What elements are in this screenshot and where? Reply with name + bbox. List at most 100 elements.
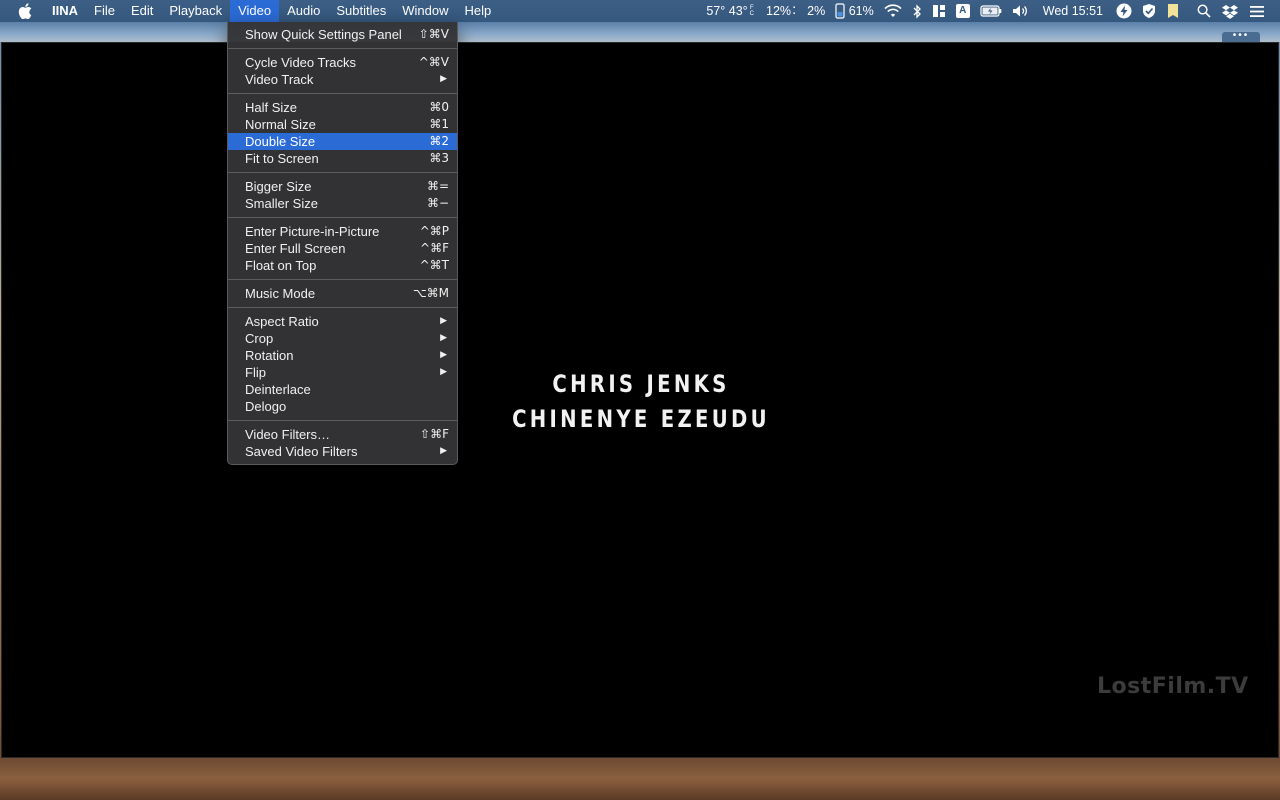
menu-item-cycle-video-tracks[interactable]: Cycle Video Tracks ^⌘V (228, 54, 457, 71)
menu-item-label: Flip (245, 365, 266, 380)
menu-item-label: Video Filters… (245, 427, 331, 442)
menu-item-shortcut: ⇧⌘F (420, 427, 449, 441)
battery-small-value: 61% (848, 4, 874, 18)
menu-item-smaller-size[interactable]: Smaller Size ⌘− (228, 195, 457, 212)
menu-item-label: Delogo (245, 399, 287, 414)
menu-item-float-on-top[interactable]: Float on Top ^⌘T (228, 257, 457, 274)
battery-small-status[interactable]: 61% (830, 0, 879, 22)
input-source-icon[interactable]: A (951, 0, 975, 22)
menu-item-label: Music Mode (245, 286, 316, 301)
menu-video[interactable]: Video (230, 0, 280, 22)
menu-separator (228, 48, 457, 49)
menu-item-deinterlace[interactable]: Deinterlace (228, 381, 457, 398)
menu-item-label: Normal Size (245, 117, 316, 132)
menu-item-crop[interactable]: Crop ▶ (228, 330, 457, 347)
temp-units: FC (749, 5, 754, 17)
menu-item-half-size[interactable]: Half Size ⌘0 (228, 99, 457, 116)
apple-icon[interactable] (18, 3, 32, 19)
battery-icon (835, 3, 845, 19)
menu-app-name[interactable]: IINA (42, 0, 86, 22)
menu-item-shortcut: ^⌘P (419, 224, 449, 238)
cpu-icon: ▪ ▪ (793, 5, 796, 17)
menu-help[interactable]: Help (457, 0, 500, 22)
clock[interactable]: Wed 15:51 (1035, 0, 1111, 22)
menu-bar-left: IINA File Edit Playback Video Audio Subt… (0, 0, 499, 22)
submenu-arrow-icon: ▶ (440, 74, 447, 84)
wifi-icon[interactable] (879, 0, 907, 22)
badge-icon[interactable] (1161, 0, 1185, 22)
search-icon[interactable] (1185, 0, 1216, 22)
menu-item-music-mode[interactable]: Music Mode ⌥⌘M (228, 285, 457, 302)
menu-item-aspect-ratio[interactable]: Aspect Ratio ▶ (228, 313, 457, 330)
menu-item-fit-to-screen[interactable]: Fit to Screen ⌘3 (228, 150, 457, 167)
watermark: LostFilm.TV (1097, 674, 1249, 699)
status-menus: 57° 43° FC 12% ▪ ▪ 2% 61% A Wed 15:51 (701, 0, 1280, 22)
menu-item-shortcut: ⇧⌘V (418, 27, 449, 41)
menu-item-saved-video-filters[interactable]: Saved Video Filters ▶ (228, 443, 457, 460)
submenu-arrow-icon: ▶ (440, 367, 447, 377)
menu-separator (228, 217, 457, 218)
menu-item-show-quick-settings-panel[interactable]: Show Quick Settings Panel ⇧⌘V (228, 26, 457, 43)
menu-item-double-size[interactable]: Double Size ⌘2 (228, 133, 457, 150)
window-tiling-icon[interactable] (927, 0, 951, 22)
menu-item-label: Cycle Video Tracks (245, 55, 357, 70)
menu-item-label: Rotation (245, 348, 294, 363)
dropbox-icon[interactable] (1216, 0, 1244, 22)
menu-edit[interactable]: Edit (123, 0, 161, 22)
cpu-status[interactable]: 12% ▪ ▪ (761, 0, 802, 22)
menu-item-label: Video Track (245, 72, 314, 87)
volume-icon[interactable] (1007, 0, 1035, 22)
cpu-value: 12% (766, 4, 792, 18)
menu-item-label: Smaller Size (245, 196, 318, 211)
menu-item-shortcut: ⌘= (426, 179, 449, 193)
menu-item-label: Half Size (245, 100, 298, 115)
menu-item-video-filters[interactable]: Video Filters… ⇧⌘F (228, 426, 457, 443)
menu-item-shortcut: ⌘0 (429, 100, 449, 114)
submenu-arrow-icon: ▶ (440, 333, 447, 343)
menu-item-label: Double Size (245, 134, 316, 149)
menu-subtitles[interactable]: Subtitles (328, 0, 394, 22)
menu-item-shortcut: ⌘2 (429, 134, 449, 148)
menu-item-shortcut: ^⌘F (420, 241, 449, 255)
weather-status[interactable]: 57° 43° FC (701, 0, 761, 22)
menu-file[interactable]: File (86, 0, 123, 22)
video-menu: Show Quick Settings Panel ⇧⌘V Cycle Video … (227, 22, 458, 465)
battery-charging-icon[interactable] (975, 0, 1007, 22)
menu-item-label: Saved Video Filters (245, 444, 358, 459)
menu-item-delogo[interactable]: Delogo (228, 398, 457, 415)
disk-status[interactable]: 2% (802, 0, 830, 22)
menu-item-enter-picture-in-picture[interactable]: Enter Picture-in-Picture ^⌘P (228, 223, 457, 240)
menu-audio[interactable]: Audio (279, 0, 328, 22)
submenu-arrow-icon: ▶ (440, 316, 447, 326)
menu-item-shortcut: ⌥⌘M (412, 286, 449, 300)
menu-item-video-track[interactable]: Video Track ▶ (228, 71, 457, 88)
menu-item-enter-full-screen[interactable]: Enter Full Screen ^⌘F (228, 240, 457, 257)
menu-window[interactable]: Window (394, 0, 456, 22)
menu-item-normal-size[interactable]: Normal Size ⌘1 (228, 116, 457, 133)
menu-item-shortcut: ⌘− (426, 196, 449, 210)
menu-item-shortcut: ⌘3 (429, 151, 449, 165)
lightning-icon[interactable] (1111, 0, 1137, 22)
menu-item-label: Show Quick Settings Panel (245, 27, 402, 42)
menu-item-label: Enter Full Screen (245, 241, 346, 256)
shield-icon[interactable] (1137, 0, 1161, 22)
desktop-background (0, 758, 1280, 800)
list-icon[interactable] (1244, 0, 1270, 22)
menu-item-flip[interactable]: Flip ▶ (228, 364, 457, 381)
window-title-strip (0, 22, 1280, 42)
menu-item-label: Fit to Screen (245, 151, 319, 166)
menu-item-label: Bigger Size (245, 179, 312, 194)
submenu-arrow-icon: ▶ (440, 446, 447, 456)
menu-item-label: Crop (245, 331, 274, 346)
submenu-arrow-icon: ▶ (440, 350, 447, 360)
menu-playback[interactable]: Playback (161, 0, 230, 22)
video-player[interactable]: CHRIS JENKS CHINENYE EZEUDU LostFilm.TV (1, 42, 1279, 758)
bluetooth-icon[interactable] (907, 0, 927, 22)
menu-item-bigger-size[interactable]: Bigger Size ⌘= (228, 178, 457, 195)
temp-high: 57° (706, 4, 726, 18)
menu-separator (228, 307, 457, 308)
menu-separator (228, 420, 457, 421)
menu-item-shortcut: ^⌘T (419, 258, 449, 272)
temp-low: 43° (728, 4, 748, 18)
menu-item-rotation[interactable]: Rotation ▶ (228, 347, 457, 364)
